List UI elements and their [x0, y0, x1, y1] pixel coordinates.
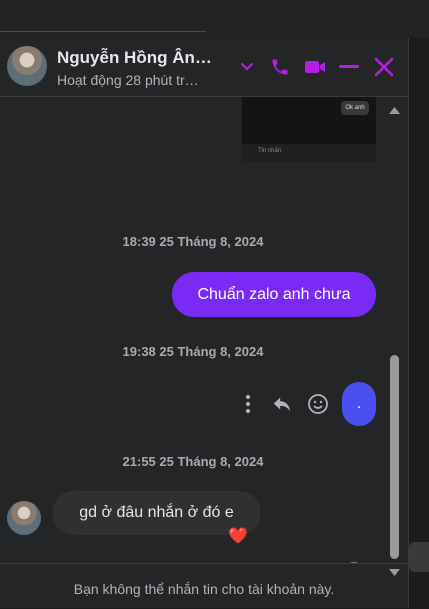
- preview-placeholder: Tin nhắn: [258, 148, 282, 154]
- avatar[interactable]: [7, 501, 41, 535]
- timestamp: 19:38 25 Tháng 8, 2024: [122, 344, 264, 359]
- outgoing-message[interactable]: .: [342, 382, 376, 426]
- chat-header: Nguyễn Hồng Ân… Hoạt động 28 phút tr…: [0, 38, 408, 97]
- preview-input-bar: Tin nhắn: [242, 144, 376, 162]
- reply-icon[interactable]: [271, 393, 293, 420]
- outgoing-message[interactable]: Chuẩn zalo anh chưa: [172, 272, 376, 317]
- composer-disabled: Bạn không thể nhắn tin cho tài khoản này…: [0, 563, 408, 609]
- cannot-message-notice: Bạn không thể nhắn tin cho tài khoản này…: [73, 581, 335, 597]
- more-options-icon[interactable]: [240, 393, 256, 420]
- message-list: Ok anh Tin nhắn 18:39 25 Tháng 8, 2024 C…: [0, 97, 386, 563]
- avatar[interactable]: [7, 46, 47, 86]
- scrollbar-thumb[interactable]: [390, 355, 399, 559]
- heart-reaction[interactable]: ❤️: [228, 529, 248, 545]
- scroll-up-icon[interactable]: [388, 106, 401, 115]
- minimize-icon[interactable]: [337, 55, 361, 79]
- video-icon[interactable]: [303, 55, 327, 79]
- timestamp: 18:39 25 Tháng 8, 2024: [122, 234, 264, 249]
- timestamp: 21:55 25 Tháng 8, 2024: [122, 454, 264, 469]
- preview-bubble: Ok anh: [341, 101, 369, 115]
- close-icon[interactable]: [372, 55, 396, 79]
- divider: [0, 31, 206, 32]
- side-handle: [409, 542, 429, 572]
- scrollbar[interactable]: [388, 97, 404, 576]
- top-strip: [0, 0, 429, 38]
- chat-window: Nguyễn Hồng Ân… Hoạt động 28 phút tr… Ok…: [0, 38, 409, 608]
- chevron-down-icon[interactable]: [235, 55, 259, 79]
- contact-status: Hoạt động 28 phút tr…: [57, 72, 199, 88]
- image-attachment[interactable]: Ok anh Tin nhắn: [242, 97, 376, 162]
- contact-name[interactable]: Nguyễn Hồng Ân…: [57, 48, 227, 68]
- phone-icon[interactable]: [268, 55, 292, 79]
- emoji-icon[interactable]: [307, 393, 329, 420]
